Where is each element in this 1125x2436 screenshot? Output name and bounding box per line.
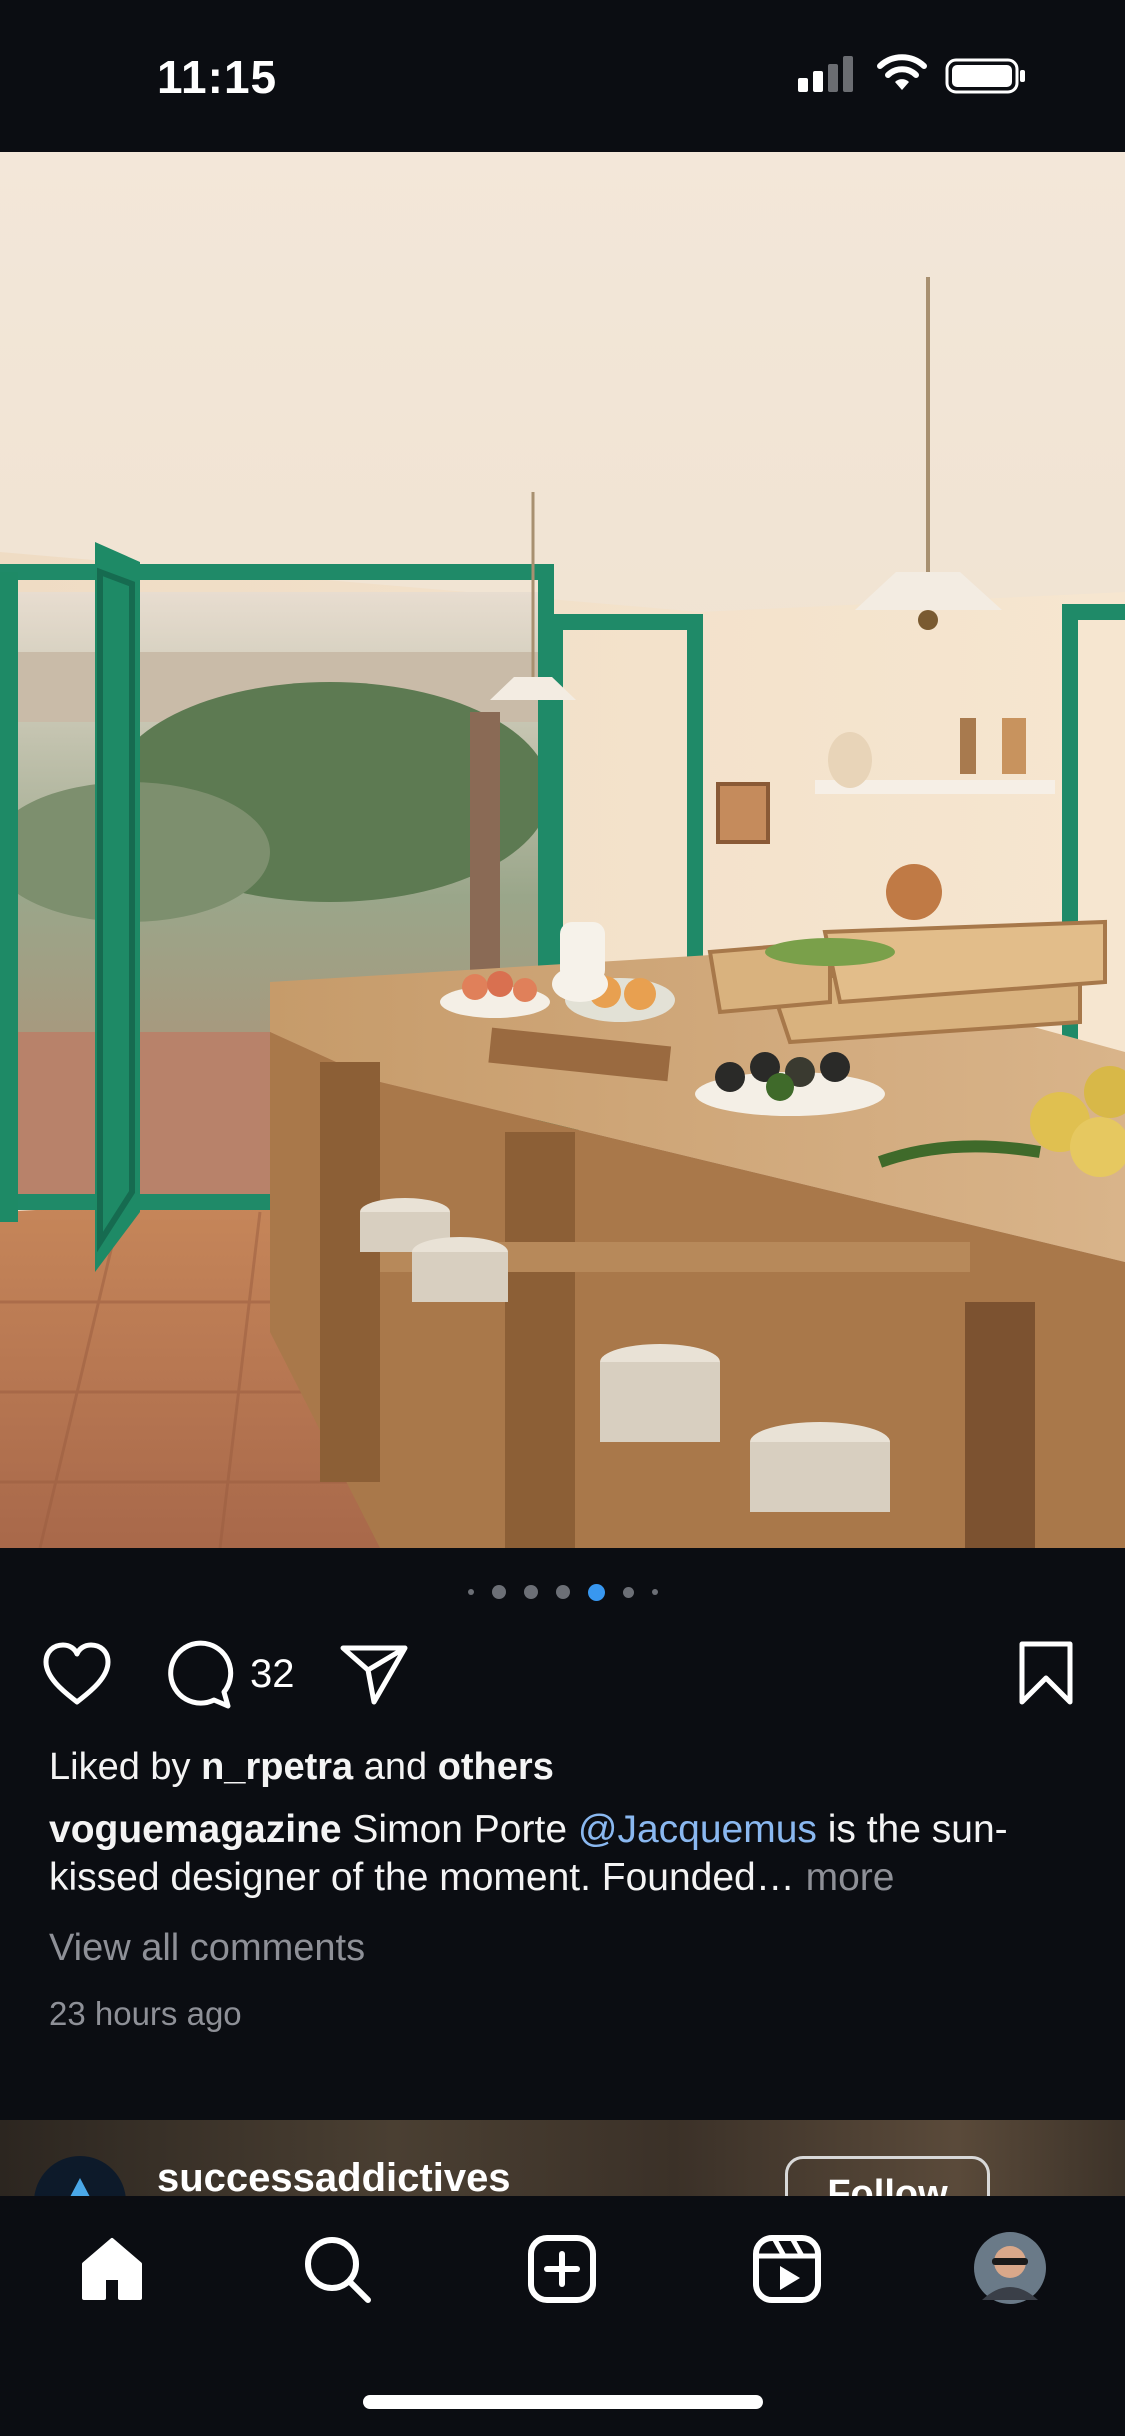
caption-username[interactable]: voguemagazine (49, 1808, 342, 1851)
next-post-avatar[interactable] (34, 2156, 126, 2196)
comment-count[interactable]: 32 (250, 1652, 295, 1697)
battery-icon (945, 58, 1025, 94)
likes-summary[interactable]: Liked by n_rpetra and others (49, 1746, 554, 1789)
send-icon[interactable] (338, 1640, 410, 1706)
home-icon[interactable] (78, 2234, 146, 2302)
status-bar: 11:15 (0, 0, 1125, 152)
carousel-dot (622, 1586, 634, 1598)
profile-avatar[interactable] (972, 2230, 1048, 2306)
caption-text: Simon Porte (341, 1808, 578, 1851)
plus-square-icon[interactable] (527, 2234, 597, 2304)
view-all-comments-link[interactable]: View all comments (49, 1927, 365, 1970)
bookmark-icon[interactable] (1016, 1640, 1076, 1706)
follow-button[interactable]: Follow (785, 2156, 990, 2196)
next-post-header: successaddictives Follow (0, 2120, 1125, 2196)
next-post-username[interactable]: successaddictives (157, 2156, 511, 2196)
home-indicator (363, 2395, 763, 2409)
wifi-icon (877, 54, 927, 90)
cellular-signal-icon (798, 56, 853, 92)
likes-others[interactable]: others (438, 1746, 554, 1788)
carousel-dot (651, 1589, 658, 1595)
post-caption: voguemagazine Simon Porte @Jacquemus is … (49, 1806, 1089, 1902)
status-time: 11:15 (157, 51, 278, 103)
comment-icon[interactable] (162, 1640, 234, 1710)
caption-mention[interactable]: @Jacquemus (578, 1808, 817, 1851)
likes-middle: and (353, 1746, 438, 1788)
post-photo[interactable] (0, 152, 1125, 1548)
caption-more-link[interactable]: more (806, 1856, 895, 1899)
carousel-dot (467, 1589, 474, 1595)
triangle-logo-icon (70, 2178, 90, 2196)
reels-icon[interactable] (752, 2234, 822, 2304)
post-actions: 32 (0, 1640, 1125, 1710)
carousel-dot (523, 1585, 538, 1599)
carousel-indicator (0, 1580, 1125, 1604)
carousel-dot-active (587, 1583, 605, 1601)
likes-prefix: Liked by (49, 1746, 202, 1788)
heart-icon[interactable] (40, 1640, 114, 1706)
carousel-dot (491, 1585, 506, 1599)
search-icon[interactable] (302, 2234, 372, 2304)
liker-username[interactable]: n_rpetra (201, 1746, 353, 1788)
post-timestamp: 23 hours ago (49, 1995, 242, 2032)
carousel-dot (555, 1585, 570, 1599)
